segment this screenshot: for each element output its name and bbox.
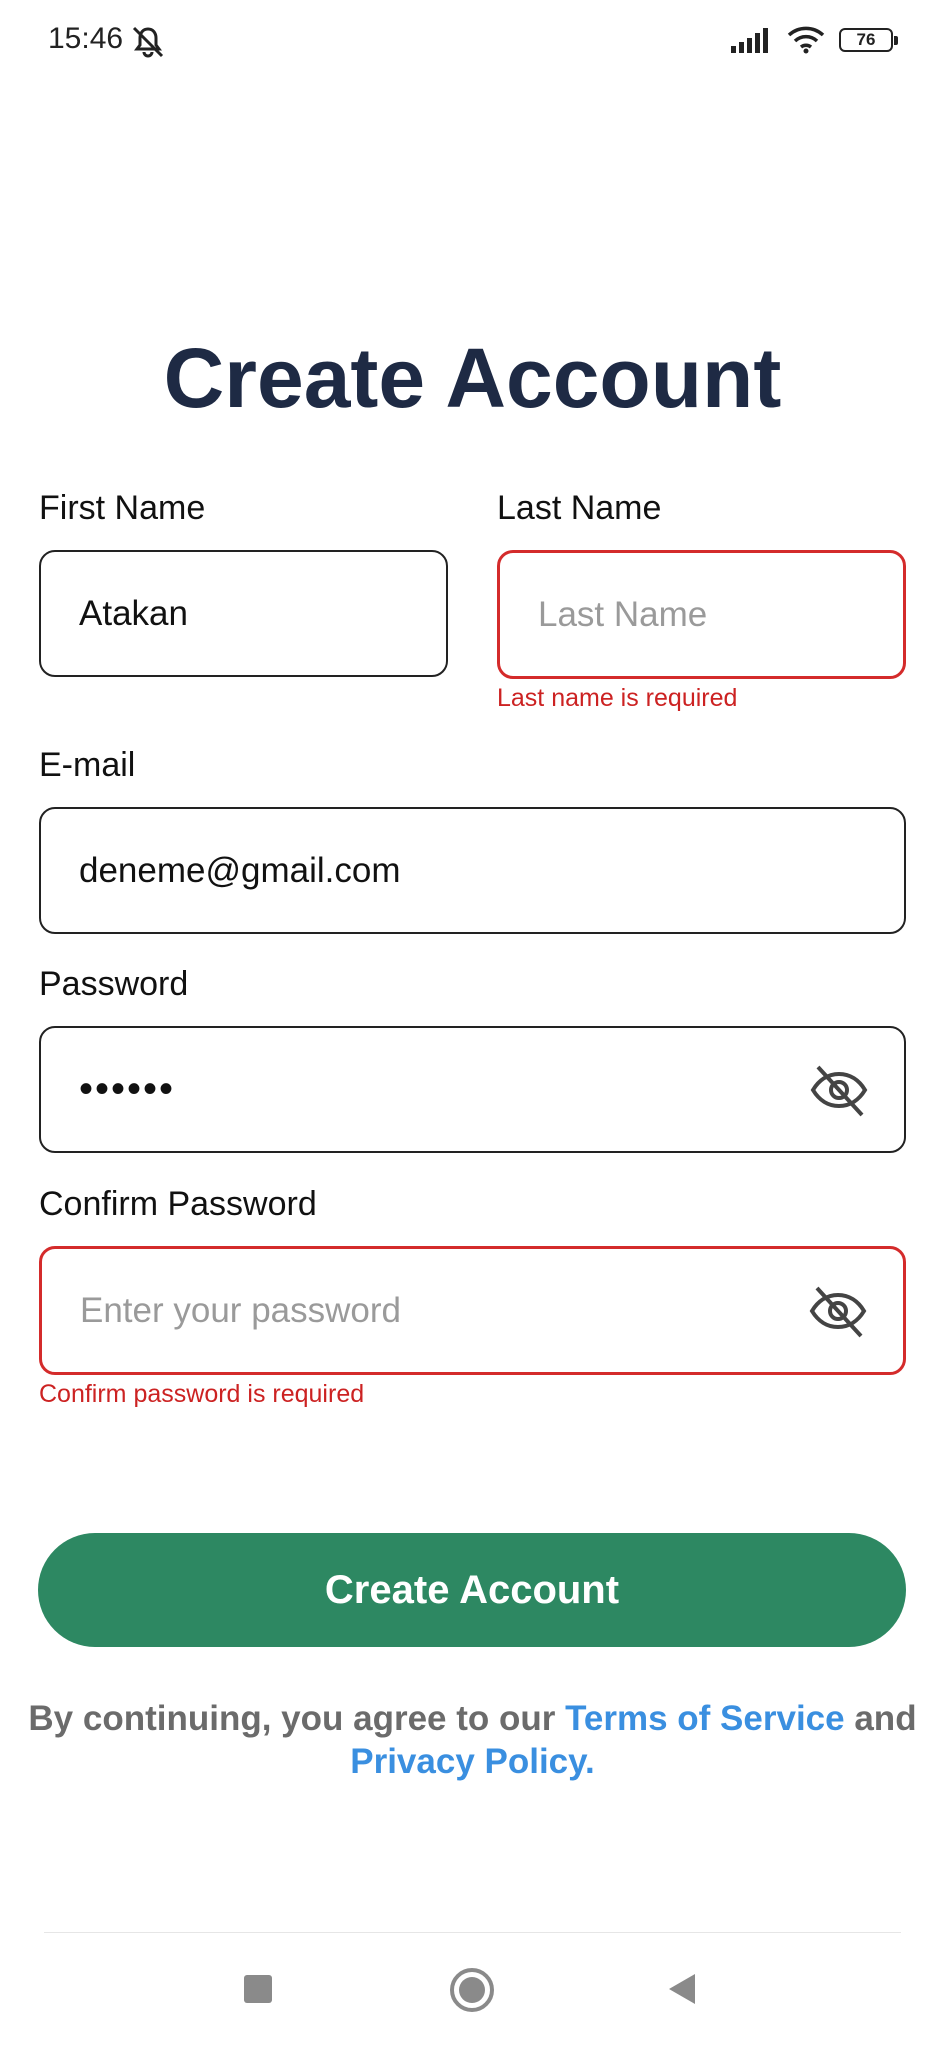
confirm-password-placeholder: Enter your password — [80, 1290, 401, 1330]
legal-prefix: By continuing, you agree to our — [28, 1699, 556, 1738]
battery-level: 76 — [856, 30, 876, 49]
wifi-icon — [787, 26, 825, 54]
password-label: Password — [39, 965, 189, 1003]
recents-icon[interactable] — [243, 1974, 273, 2004]
confirm-password-error: Confirm password is required — [39, 1380, 365, 1408]
password-field[interactable]: •••••• — [39, 1026, 906, 1153]
first-name-value: Atakan — [79, 593, 188, 633]
password-value: •••••• — [79, 1067, 176, 1111]
confirm-password-label: Confirm Password — [39, 1185, 317, 1223]
last-name-error: Last name is required — [497, 684, 738, 712]
signal-icon — [731, 28, 768, 53]
legal-and: and — [854, 1699, 917, 1738]
last-name-placeholder: Last Name — [538, 594, 708, 634]
status-icons: 76 — [731, 26, 898, 54]
first-name-field[interactable]: Atakan — [39, 550, 448, 677]
system-nav-bar — [0, 1958, 945, 2028]
page-title: Create Account — [163, 331, 782, 425]
email-label: E-mail — [39, 746, 136, 784]
nav-divider — [44, 1932, 901, 1933]
last-name-label: Last Name — [497, 489, 662, 527]
confirm-password-field[interactable]: Enter your password — [39, 1246, 906, 1375]
create-account-button[interactable]: Create Account — [38, 1533, 906, 1647]
status-time: 15:46 — [48, 22, 124, 55]
eye-off-icon[interactable] — [807, 1280, 869, 1342]
eye-off-icon[interactable] — [808, 1059, 870, 1121]
last-name-field[interactable]: Last Name — [497, 550, 906, 679]
back-icon[interactable] — [667, 1972, 697, 2006]
first-name-label: First Name — [39, 489, 206, 527]
mute-icon — [132, 26, 164, 58]
home-icon[interactable] — [449, 1967, 495, 2013]
status-bar: 15:46 76 — [0, 0, 945, 86]
battery-icon: 76 — [839, 28, 898, 52]
email-value: deneme@gmail.com — [79, 850, 401, 890]
legal-text: By continuing, you agree to our Terms of… — [0, 1697, 945, 1783]
email-field[interactable]: deneme@gmail.com — [39, 807, 906, 934]
terms-of-service-link[interactable]: Terms of Service — [565, 1699, 845, 1738]
privacy-policy-link[interactable]: Privacy Policy. — [350, 1742, 595, 1781]
